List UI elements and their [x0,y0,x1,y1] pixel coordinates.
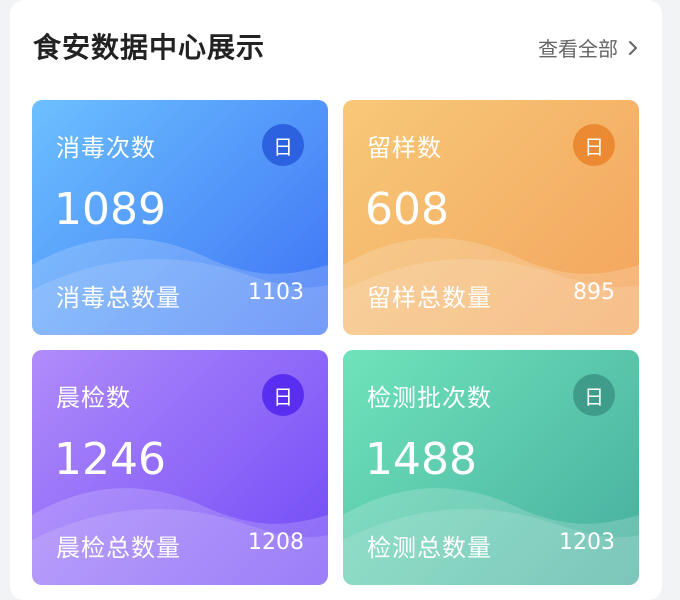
card-total-value: 1103 [248,280,304,305]
card-value: 608 [365,184,449,235]
period-day-button[interactable]: 日 [262,374,304,416]
card-value: 1246 [54,434,166,485]
panel-header: 食安数据中心展示 查看全部 [10,0,662,92]
card-label: 留样数 [367,134,442,162]
card-label: 检测批次数 [367,384,492,412]
stat-card-morning-check[interactable]: 晨检数 1246 日 晨检总数量 1208 [32,350,328,585]
card-total-value: 895 [573,280,615,305]
period-day-button[interactable]: 日 [573,374,615,416]
card-value: 1488 [365,434,477,485]
stat-card-disinfection[interactable]: 消毒次数 1089 日 消毒总数量 1103 [32,100,328,335]
view-all-link[interactable]: 查看全部 [538,33,638,62]
card-total-value: 1203 [559,530,615,555]
period-day-button[interactable]: 日 [573,124,615,166]
card-total-label: 消毒总数量 [56,284,181,312]
card-total-value: 1208 [248,530,304,555]
panel-title: 食安数据中心展示 [33,31,266,64]
card-value: 1089 [54,184,166,235]
period-day-button[interactable]: 日 [262,124,304,166]
card-total-label: 晨检总数量 [56,534,181,562]
card-label: 晨检数 [56,384,131,412]
card-total-label: 留样总数量 [367,284,492,312]
stat-card-sample-retention[interactable]: 留样数 608 日 留样总数量 895 [343,100,639,335]
view-all-label: 查看全部 [538,37,618,61]
card-total-label: 检测总数量 [367,534,492,562]
data-center-panel: 食安数据中心展示 查看全部 消毒次数 1089 日 消毒总数量 1103 留样数… [10,0,662,600]
card-label: 消毒次数 [56,134,156,162]
stat-card-inspection-batches[interactable]: 检测批次数 1488 日 检测总数量 1203 [343,350,639,585]
chevron-right-icon [629,40,637,55]
